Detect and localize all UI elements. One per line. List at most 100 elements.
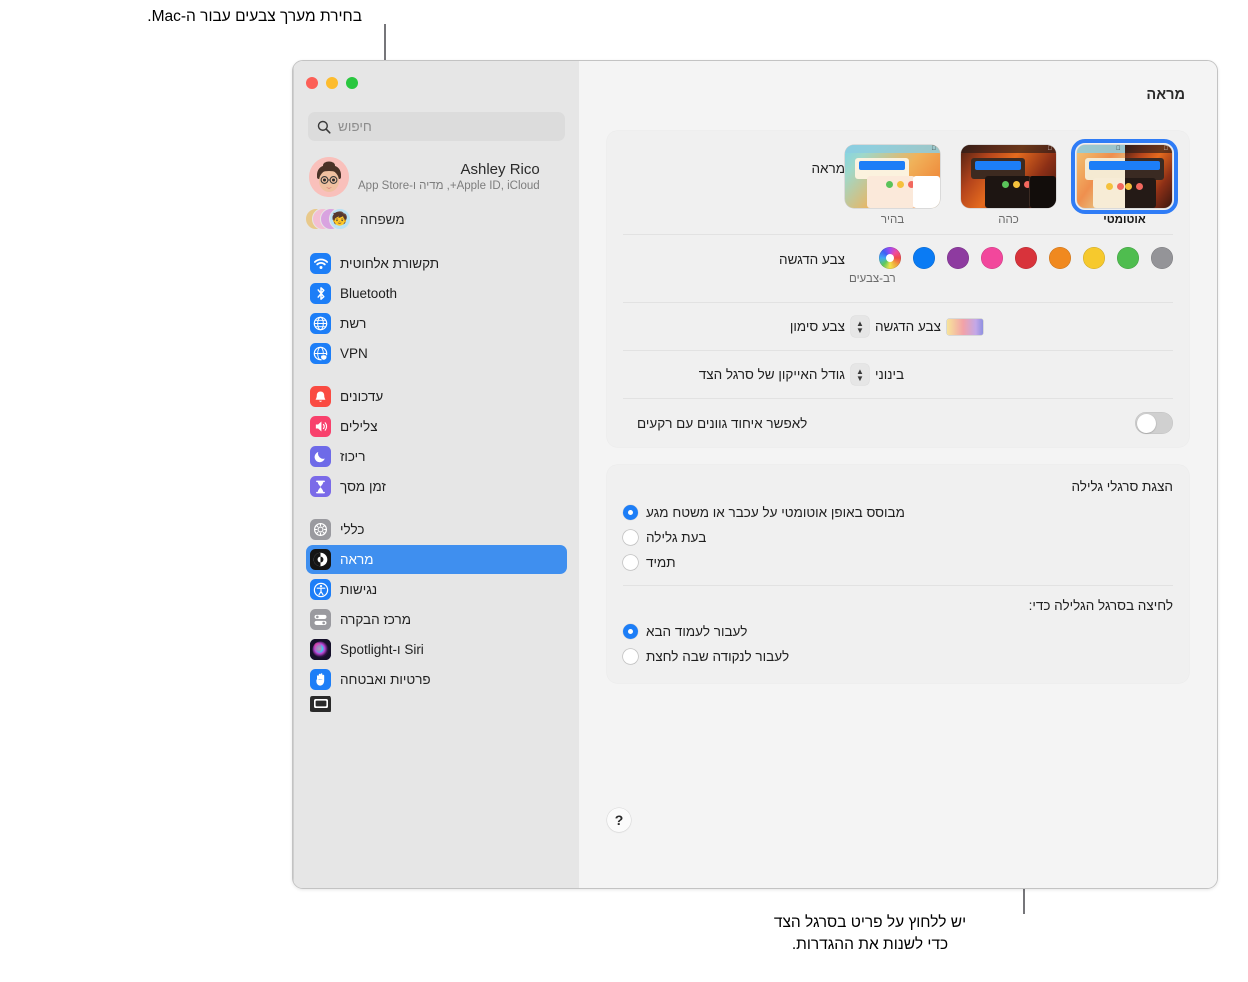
help-button[interactable]: ? <box>607 808 631 832</box>
sidebar-icon-size-value: בינוני <box>875 367 905 382</box>
sidebar-item-label: זמן מסך <box>340 479 386 494</box>
sidebar-item-bluetooth[interactable]: Bluetooth <box>306 279 567 308</box>
accent-color-swatches <box>845 235 1173 271</box>
accessibility-icon <box>310 579 331 600</box>
appearance-icon <box>310 549 331 570</box>
scroll-click-option-next-page[interactable]: לעבור לעמוד הבא <box>623 619 1173 644</box>
minimize-button[interactable] <box>326 77 338 89</box>
sidebar-item-partial[interactable] <box>306 696 567 712</box>
scrollbar-option-always[interactable]: תמיד <box>623 550 1173 575</box>
globe-icon <box>310 313 331 334</box>
sidebar-item-family[interactable]: 🧒 משפחה <box>305 203 567 235</box>
bluetooth-icon <box>310 283 331 304</box>
appearance-option-dark[interactable]:  כהה <box>961 145 1056 226</box>
accent-swatch-red[interactable] <box>1015 247 1037 269</box>
appearance-row: מראה  <box>623 131 1178 235</box>
show-scrollbars-block: הצגת סרגלי גלילה מבוסס באופן אוטומטי על … <box>607 465 1189 683</box>
accent-swatch-multicolor[interactable] <box>879 247 901 269</box>
vpn-globe-icon <box>310 343 331 364</box>
appearance-row-label: מראה <box>811 161 845 176</box>
radio-button[interactable] <box>623 555 638 570</box>
family-avatars-icon: 🧒 <box>305 206 351 232</box>
radio-button[interactable] <box>623 624 638 639</box>
radio-button[interactable] <box>623 649 638 664</box>
sidebar-item-label: Bluetooth <box>340 286 398 301</box>
highlight-color-row: צבע סימון ▲ ▼ צבע הדגשה <box>623 303 1173 351</box>
divider <box>623 585 1173 586</box>
avatar <box>309 157 349 197</box>
sidebar-group-notifications: עדכונים צלילים ריכוז זמן מסך <box>306 382 567 501</box>
search-icon <box>317 120 331 134</box>
scroll-click-option-spot-clicked[interactable]: לעבור לנקודה שבה לחצת <box>623 644 1173 669</box>
accent-color-row: צבע הדגשה רב-צבעים <box>623 235 1173 303</box>
search-input[interactable]: חיפוש <box>308 112 565 141</box>
accent-swatch-orange[interactable] <box>1049 247 1071 269</box>
sidebar-item-vpn[interactable]: VPN <box>306 339 567 368</box>
radio-button[interactable] <box>623 530 638 545</box>
sidebar-icon-size-popup[interactable]: ▲ ▼ בינוני <box>845 362 908 387</box>
accent-swatch-pink[interactable] <box>981 247 1003 269</box>
close-button[interactable] <box>306 77 318 89</box>
accent-swatch-yellow[interactable] <box>1083 247 1105 269</box>
sidebar-item-notifications[interactable]: עדכונים <box>306 382 567 411</box>
sidebar-item-sound[interactable]: צלילים <box>306 412 567 441</box>
radio-label: מבוסס באופן אוטומטי על עכבר או משטח מגע <box>646 505 905 520</box>
sidebar-item-label: רשת <box>340 316 367 331</box>
sidebar-item-label: צלילים <box>340 419 378 434</box>
sidebar-item-label: עדכונים <box>340 389 384 404</box>
sidebar-item-label: מרכז הבקרה <box>340 612 411 627</box>
scrollbar-option-auto[interactable]: מבוסס באופן אוטומטי על עכבר או משטח מגע <box>623 500 1173 525</box>
speaker-icon <box>310 416 331 437</box>
callout-top-text: בחירת מערך צבעים עבור ה-Mac. <box>147 8 362 25</box>
accent-color-row-label: צבע הדגשה <box>779 252 845 267</box>
sidebar-item-label: VPN <box>340 346 368 361</box>
highlight-color-popup[interactable]: ▲ ▼ צבע הדגשה <box>845 314 987 339</box>
hourglass-icon <box>310 476 331 497</box>
accent-swatch-purple[interactable] <box>947 247 969 269</box>
sidebar-item-general[interactable]: כללי <box>306 515 567 544</box>
account-name: Ashley Rico <box>460 160 540 178</box>
account-subtitle: Apple ID, iCloud+, מדיה ו-App Store <box>358 180 540 193</box>
window-controls <box>306 61 567 107</box>
radio-label: תמיד <box>646 555 676 570</box>
account-row[interactable]: Ashley Rico Apple ID, iCloud+, מדיה ו-Ap… <box>306 153 567 201</box>
search-placeholder: חיפוש <box>338 119 372 134</box>
sidebar-item-screen-time[interactable]: זמן מסך <box>306 472 567 501</box>
sidebar-item-label: כללי <box>340 522 365 537</box>
moon-icon <box>310 446 331 467</box>
accent-swatch-green[interactable] <box>1117 247 1139 269</box>
hand-icon <box>310 669 331 690</box>
sidebar-item-wifi[interactable]: תקשורת אלחוטית <box>306 249 567 278</box>
sidebar-item-siri-spotlight[interactable]: Siri ו-Spotlight <box>306 635 567 664</box>
scrollbars-card: הצגת סרגלי גלילה מבוסס באופן אוטומטי על … <box>607 465 1189 683</box>
zoom-button[interactable] <box>346 77 358 89</box>
sidebar-item-label: תקשורת אלחוטית <box>340 256 440 271</box>
appearance-option-label: אוטומטי <box>1103 214 1146 226</box>
accent-color-caption: רב-צבעים <box>849 273 896 285</box>
sidebar-item-appearance[interactable]: מראה <box>306 545 567 574</box>
appearance-thumbnail-light:  <box>845 145 940 208</box>
appearance-thumbnail-auto:  <box>1071 139 1178 214</box>
gear-icon <box>310 519 331 540</box>
highlight-color-value: צבע הדגשה <box>875 319 941 334</box>
sidebar-item-label: פרטיות ואבטחה <box>340 672 431 687</box>
sidebar-item-privacy-security[interactable]: פרטיות ואבטחה <box>306 665 567 694</box>
desktop-dock-icon <box>310 696 331 712</box>
scrollbar-option-when-scrolling[interactable]: בעת גלילה <box>623 525 1173 550</box>
sidebar-item-control-center[interactable]: מרכז הבקרה <box>306 605 567 634</box>
appearance-thumbnail-dark:  <box>961 145 1056 208</box>
appearance-option-light[interactable]:  בהיר <box>845 145 940 226</box>
accent-swatch-graphite[interactable] <box>1151 247 1173 269</box>
sidebar-item-focus[interactable]: ריכוז <box>306 442 567 471</box>
sidebar-item-accessibility[interactable]: נגישות <box>306 575 567 604</box>
content-pane: מראה מראה  <box>579 61 1217 888</box>
wallpaper-tint-toggle[interactable] <box>1135 412 1173 434</box>
appearance-option-auto[interactable]:  <box>1071 139 1178 226</box>
appearance-card: מראה  <box>607 131 1189 447</box>
radio-button[interactable] <box>623 505 638 520</box>
accent-swatch-blue[interactable] <box>913 247 935 269</box>
highlight-color-row-label: צבע סימון <box>789 319 845 334</box>
sidebar: חיפוש Ashley Rico Apple ID, iCloud+, מדי… <box>293 61 579 888</box>
bell-icon <box>310 386 331 407</box>
sidebar-item-network[interactable]: רשת <box>306 309 567 338</box>
